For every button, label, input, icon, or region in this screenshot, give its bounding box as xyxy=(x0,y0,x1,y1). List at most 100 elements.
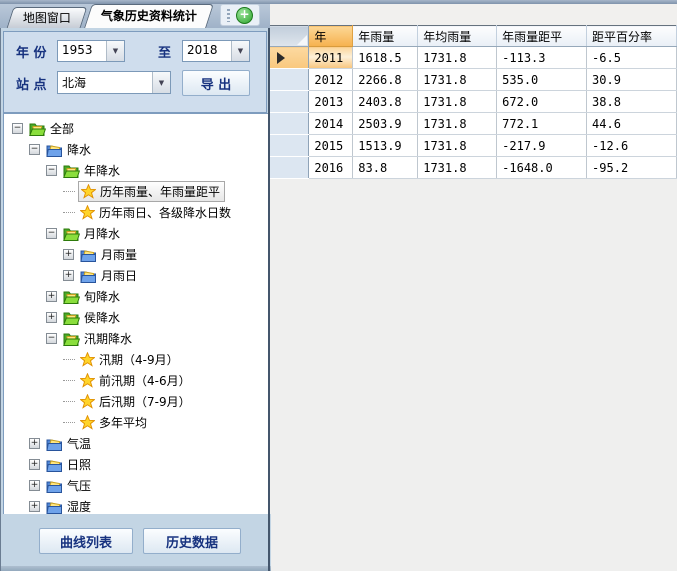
data-cell[interactable]: 2503.9 xyxy=(353,113,418,135)
add-tab-button[interactable]: + xyxy=(220,4,260,26)
expand-icon[interactable]: + xyxy=(29,438,40,449)
tree-node-body[interactable]: 气温 xyxy=(44,434,95,453)
tree-node-body[interactable]: 月雨日 xyxy=(78,266,141,285)
data-cell[interactable]: 2266.8 xyxy=(353,69,418,91)
data-cell[interactable]: 2014 xyxy=(309,113,353,135)
expand-icon[interactable]: + xyxy=(63,249,74,260)
data-cell[interactable]: -12.6 xyxy=(587,135,677,157)
tree-node[interactable]: + 侯降水 xyxy=(4,307,268,328)
tree-node[interactable]: − 降水 xyxy=(4,139,268,160)
tree-node[interactable]: + 日照 xyxy=(4,454,268,475)
data-cell[interactable]: 2011 xyxy=(309,47,353,69)
data-cell[interactable]: -95.2 xyxy=(587,157,677,179)
row-header-cell[interactable] xyxy=(270,69,309,91)
data-cell[interactable]: -217.9 xyxy=(497,135,587,157)
export-button[interactable]: 导 出 xyxy=(182,70,250,96)
tree-node[interactable]: 历年雨量、年雨量距平 xyxy=(4,181,268,202)
select-all-corner-cell[interactable] xyxy=(270,26,309,47)
data-cell[interactable]: 1731.8 xyxy=(418,91,497,113)
tree-node[interactable]: + 气温 xyxy=(4,433,268,454)
data-cell[interactable]: 1731.8 xyxy=(418,113,497,135)
column-header[interactable]: 年 xyxy=(309,26,353,47)
data-cell[interactable]: 2015 xyxy=(309,135,353,157)
row-header-cell[interactable] xyxy=(270,47,309,69)
tree-node[interactable]: + 旬降水 xyxy=(4,286,268,307)
expand-icon[interactable]: + xyxy=(46,312,57,323)
data-cell[interactable]: 1731.8 xyxy=(418,157,497,179)
collapse-icon[interactable]: − xyxy=(46,333,57,344)
data-cell[interactable]: 672.0 xyxy=(497,91,587,113)
tree-node-body[interactable]: 气压 xyxy=(44,476,95,495)
data-cell[interactable]: 38.8 xyxy=(587,91,677,113)
data-cell[interactable]: 83.8 xyxy=(353,157,418,179)
tree-node[interactable]: + 月雨日 xyxy=(4,265,268,286)
collapse-icon[interactable]: − xyxy=(12,123,23,134)
expand-icon[interactable]: + xyxy=(46,291,57,302)
row-header-cell[interactable] xyxy=(270,113,309,135)
tree-node[interactable]: 后汛期（7-9月） xyxy=(4,391,268,412)
data-cell[interactable]: 1513.9 xyxy=(353,135,418,157)
tree-node-body[interactable]: 后汛期（7-9月） xyxy=(78,392,195,411)
station-select[interactable]: 北海 ▼ xyxy=(57,71,171,94)
tree-node-body[interactable]: 前汛期（4-6月） xyxy=(78,371,195,390)
tree-node-body[interactable]: 历年雨日、各级降水日数 xyxy=(78,203,235,222)
tree-node[interactable]: − 年降水 xyxy=(4,160,268,181)
tree-node[interactable]: − 汛期降水 xyxy=(4,328,268,349)
data-cell[interactable]: 1731.8 xyxy=(418,135,497,157)
tree-node-body[interactable]: 日照 xyxy=(44,455,95,474)
row-header-cell[interactable] xyxy=(270,91,309,113)
data-cell[interactable]: -6.5 xyxy=(587,47,677,69)
tree-node[interactable]: − 月降水 xyxy=(4,223,268,244)
data-cell[interactable]: -1648.0 xyxy=(497,157,587,179)
tree-node-body[interactable]: 侯降水 xyxy=(61,308,124,327)
column-header[interactable]: 年雨量距平 xyxy=(497,26,587,47)
data-cell[interactable]: 2016 xyxy=(309,157,353,179)
row-header-cell[interactable] xyxy=(270,157,309,179)
tree-node[interactable]: 汛期（4-9月） xyxy=(4,349,268,370)
column-header[interactable]: 年均雨量 xyxy=(418,26,497,47)
data-cell[interactable]: 30.9 xyxy=(587,69,677,91)
tree-node[interactable]: − 全部 xyxy=(4,118,268,139)
tree-node[interactable]: + 气压 xyxy=(4,475,268,496)
expand-icon[interactable]: + xyxy=(29,501,40,512)
tab-weather-history-statistics[interactable]: 气象历史资料统计 xyxy=(84,4,214,28)
tree-node-selected[interactable]: 历年雨量、年雨量距平 xyxy=(78,181,225,202)
collapse-icon[interactable]: − xyxy=(46,228,57,239)
tree-node-body[interactable]: 汛期（4-9月） xyxy=(78,350,183,369)
data-cell[interactable]: 2403.8 xyxy=(353,91,418,113)
tree-node[interactable]: 历年雨日、各级降水日数 xyxy=(4,202,268,223)
curve-list-button[interactable]: 曲线列表 xyxy=(39,528,133,554)
tree-node[interactable]: + 月雨量 xyxy=(4,244,268,265)
column-header[interactable]: 年雨量 xyxy=(353,26,418,47)
year-from-select[interactable]: 1953 ▼ xyxy=(57,40,125,62)
chevron-down-icon[interactable]: ▼ xyxy=(106,41,124,61)
tree-node-body[interactable]: 年降水 xyxy=(61,161,124,180)
tree-node-body[interactable]: 汛期降水 xyxy=(61,329,136,348)
expand-icon[interactable]: + xyxy=(63,270,74,281)
data-cell[interactable]: 44.6 xyxy=(587,113,677,135)
tab-map-window[interactable]: 地图窗口 xyxy=(7,7,88,28)
tree-node-body[interactable]: 湿度 xyxy=(44,497,95,514)
tree-node[interactable]: + 湿度 xyxy=(4,496,268,514)
row-header-cell[interactable] xyxy=(270,135,309,157)
expand-icon[interactable]: + xyxy=(29,459,40,470)
chevron-down-icon[interactable]: ▼ xyxy=(231,41,249,61)
data-cell[interactable]: 1731.8 xyxy=(418,47,497,69)
data-cell[interactable]: 1618.5 xyxy=(353,47,418,69)
history-data-button[interactable]: 历史数据 xyxy=(143,528,241,554)
collapse-icon[interactable]: − xyxy=(29,144,40,155)
data-cell[interactable]: 535.0 xyxy=(497,69,587,91)
tree-node[interactable]: 前汛期（4-6月） xyxy=(4,370,268,391)
collapse-icon[interactable]: − xyxy=(46,165,57,176)
data-cell[interactable]: 2012 xyxy=(309,69,353,91)
expand-icon[interactable]: + xyxy=(29,480,40,491)
tree-node-body[interactable]: 降水 xyxy=(44,140,95,159)
data-cell[interactable]: 1731.8 xyxy=(418,69,497,91)
tree-node[interactable]: 多年平均 xyxy=(4,412,268,433)
tree-node-body[interactable]: 旬降水 xyxy=(61,287,124,306)
data-cell[interactable]: -113.3 xyxy=(497,47,587,69)
tree-node-body[interactable]: 月雨量 xyxy=(78,245,141,264)
column-header[interactable]: 距平百分率 xyxy=(587,26,677,47)
data-cell[interactable]: 2013 xyxy=(309,91,353,113)
tree-node-body[interactable]: 多年平均 xyxy=(78,413,151,432)
